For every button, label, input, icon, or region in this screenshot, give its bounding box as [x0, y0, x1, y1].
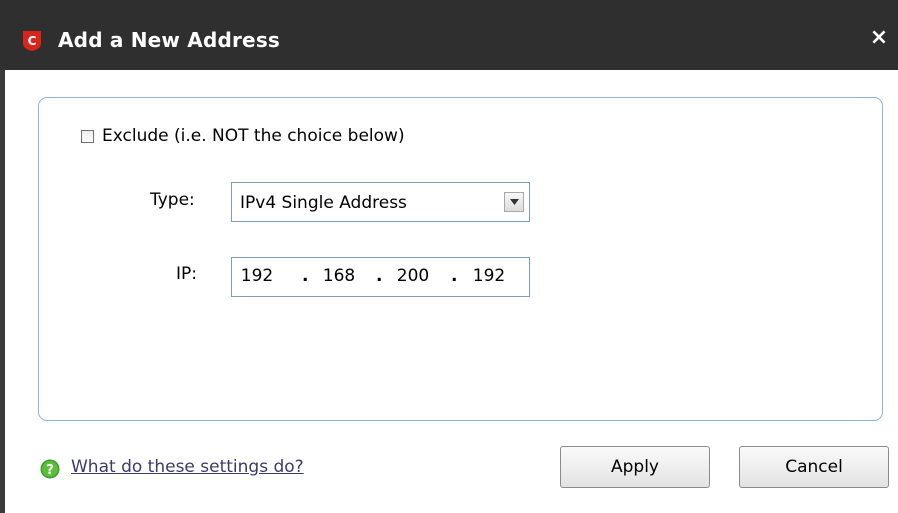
- ip-octet-2[interactable]: 168: [316, 266, 362, 286]
- apply-button[interactable]: Apply: [560, 446, 710, 488]
- app-logo-letter: C: [28, 34, 37, 48]
- type-select-dropdown-button[interactable]: [504, 192, 524, 212]
- ip-octet-3[interactable]: 200: [390, 266, 436, 286]
- type-select-value: IPv4 Single Address: [240, 193, 407, 213]
- title-bar: C Add a New Address ×: [0, 0, 898, 70]
- exclude-checkbox[interactable]: [81, 130, 94, 143]
- app-logo-icon: C: [23, 31, 41, 51]
- help-link[interactable]: What do these settings do?: [71, 457, 304, 477]
- svg-text:?: ?: [46, 463, 54, 478]
- ip-dot-separator: .: [302, 266, 309, 286]
- ip-dot-separator: .: [451, 266, 458, 286]
- window-edge: [0, 70, 5, 513]
- type-label: Type:: [150, 190, 195, 210]
- close-button[interactable]: ×: [866, 26, 892, 52]
- ip-dot-separator: .: [376, 266, 383, 286]
- cancel-button[interactable]: Cancel: [739, 446, 889, 488]
- ip-label: IP:: [176, 264, 197, 284]
- ip-octet-1[interactable]: 192: [234, 266, 280, 286]
- exclude-label[interactable]: Exclude (i.e. NOT the choice below): [102, 126, 405, 146]
- type-select[interactable]: IPv4 Single Address: [231, 182, 530, 222]
- ip-octet-4[interactable]: 192: [466, 266, 512, 286]
- help-icon[interactable]: ?: [40, 459, 60, 479]
- chevron-down-icon: [510, 199, 519, 205]
- window-title: Add a New Address: [58, 28, 281, 52]
- ip-address-field[interactable]: 192 . 168 . 200 . 192: [231, 257, 530, 297]
